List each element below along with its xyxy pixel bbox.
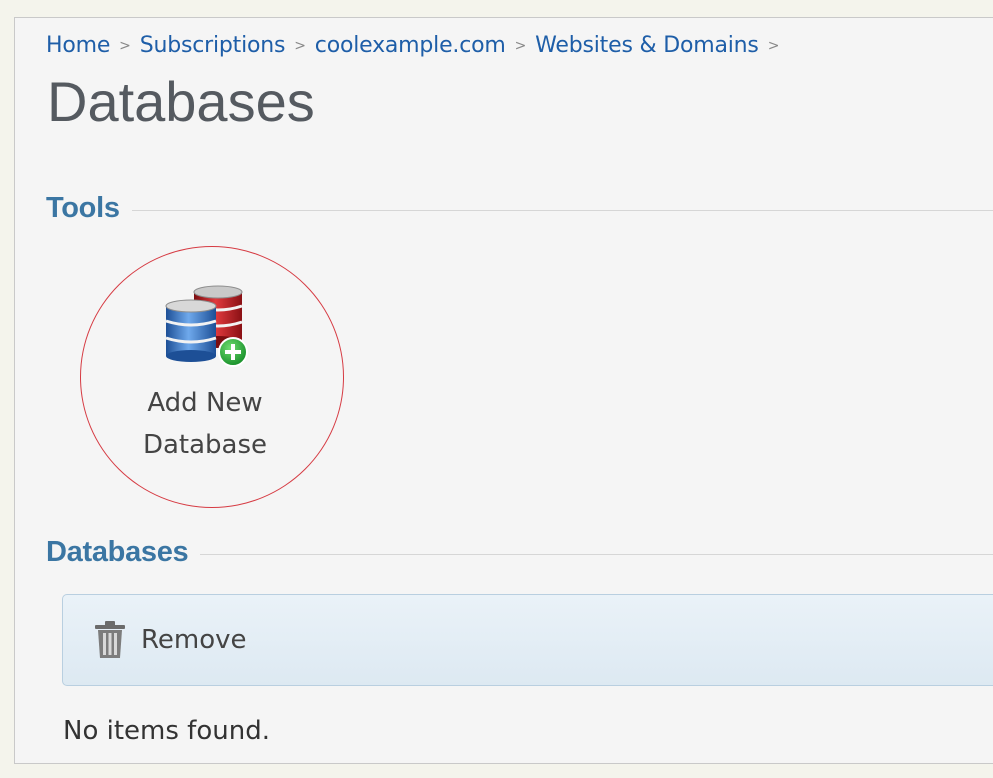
remove-button-label: Remove [141,625,247,655]
remove-button[interactable]: Remove [93,619,247,661]
breadcrumb-separator: > [767,38,780,54]
tools-section-label: Tools [46,192,120,224]
empty-list-message: No items found. [63,716,270,746]
add-new-database-label-line2: Database [142,430,268,460]
breadcrumb-separator: > [294,38,306,54]
databases-section-header: Databases [46,536,993,569]
section-divider [131,210,993,211]
page-title: Databases [47,70,315,133]
databases-section-label: Databases [46,536,189,568]
breadcrumb-separator: > [119,38,131,54]
trash-icon [95,621,125,658]
add-new-database-label: Add New Database [110,382,300,466]
breadcrumb-home[interactable]: Home [46,33,110,58]
add-database-icon [165,285,248,367]
tools-section-header: Tools [46,192,993,225]
section-divider [200,554,993,555]
add-new-database-label-line1: Add New [147,388,263,418]
breadcrumb: Home > Subscriptions > coolexample.com > Websi… [46,33,788,58]
breadcrumb-websites-domains[interactable]: Websites & Domains [535,33,759,58]
breadcrumb-subscriptions[interactable]: Subscriptions [140,33,286,58]
add-new-database-button[interactable]: Add New Database [110,282,300,482]
breadcrumb-separator: > [514,38,527,54]
databases-toolbar: Remove [62,594,993,686]
breadcrumb-domain[interactable]: coolexample.com [315,33,506,58]
